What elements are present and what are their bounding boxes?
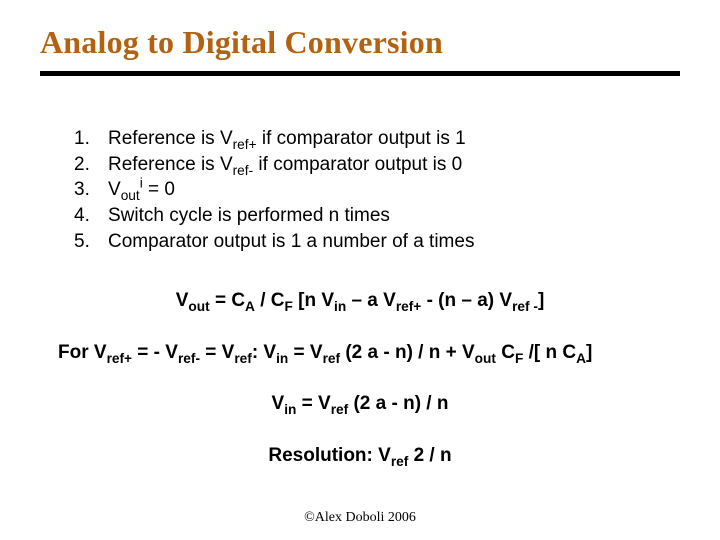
list-number: 4. (74, 203, 108, 229)
text-part: 2 / n (408, 445, 451, 466)
copyright-footer: ©Alex Doboli 2006 (0, 510, 720, 526)
text-part: : V (252, 342, 276, 363)
equation: Resolution: Vref 2 / n (40, 443, 680, 469)
subscript: in (276, 351, 288, 366)
subscript: out (475, 351, 496, 366)
text-part: Resolution: V (268, 445, 390, 466)
text-part: V (176, 290, 189, 311)
subscript: ref+ (107, 351, 132, 366)
equation: Vin = Vref (2 a - n) / n (40, 391, 680, 417)
text-part: (2 a - n) / n (348, 393, 448, 414)
subscript: in (334, 299, 346, 314)
subscript: ref (323, 351, 340, 366)
subscript: out (188, 299, 209, 314)
list-text: Reference is Vref- if comparator output … (108, 152, 462, 178)
text-part: V (108, 179, 121, 200)
text-part: - (n – a) V (421, 290, 512, 311)
text-part: = V (296, 393, 330, 414)
text-part: = C (210, 290, 245, 311)
text-part: if comparator output is 0 (253, 154, 462, 175)
subscript: ref (391, 454, 408, 469)
equation: Vout = CA / CF [n Vin – a Vref+ - (n – a… (40, 288, 680, 314)
list-item: 3. Vouti = 0 (74, 177, 680, 203)
subscript: ref- (178, 351, 200, 366)
subscript: ref (234, 351, 251, 366)
text-part: Reference is V (108, 154, 233, 175)
text-part: V (272, 393, 285, 414)
list-text: Switch cycle is performed n times (108, 203, 390, 229)
text-part: – a V (346, 290, 396, 311)
text-part: Reference is V (108, 128, 233, 149)
list-item: 1. Reference is Vref+ if comparator outp… (74, 126, 680, 152)
numbered-list: 1. Reference is Vref+ if comparator outp… (74, 126, 680, 254)
subscript: A (245, 299, 255, 314)
text-part: = V (288, 342, 322, 363)
subscript: ref - (512, 299, 538, 314)
subscript: ref+ (233, 137, 257, 152)
list-item: 2. Reference is Vref- if comparator outp… (74, 152, 680, 178)
list-text: Reference is Vref+ if comparator output … (108, 126, 466, 152)
subscript: out (121, 188, 140, 203)
list-text: Vouti = 0 (108, 177, 175, 203)
text-part: (2 a - n) / n + V (340, 342, 475, 363)
list-text: Comparator output is 1 a number of a tim… (108, 229, 474, 255)
subscript: ref- (233, 162, 254, 177)
subscript: in (284, 402, 296, 417)
list-number: 2. (74, 152, 108, 178)
page-title: Analog to Digital Conversion (40, 24, 680, 61)
text-part: [n V (293, 290, 334, 311)
list-number: 3. (74, 177, 108, 203)
text-part: / C (255, 290, 285, 311)
text-part: = V (200, 342, 234, 363)
subscript: ref+ (396, 299, 421, 314)
text-part: C (496, 342, 515, 363)
text-part: ] (538, 290, 544, 311)
horizontal-rule (40, 71, 680, 76)
subscript: ref (331, 402, 348, 417)
list-item: 4. Switch cycle is performed n times (74, 203, 680, 229)
text-part: = 0 (143, 179, 175, 200)
text-part: ] (586, 342, 592, 363)
text-part: For V (58, 342, 107, 363)
list-item: 5. Comparator output is 1 a number of a … (74, 229, 680, 255)
equations: Vout = CA / CF [n Vin – a Vref+ - (n – a… (40, 288, 680, 469)
subscript: F (284, 299, 292, 314)
text-part: if comparator output is 1 (257, 128, 466, 149)
list-number: 1. (74, 126, 108, 152)
text-part: /[ n C (523, 342, 576, 363)
text-part: = - V (132, 342, 178, 363)
list-number: 5. (74, 229, 108, 255)
slide: Analog to Digital Conversion 1. Referenc… (0, 0, 720, 540)
equation: For Vref+ = - Vref- = Vref: Vin = Vref (… (40, 340, 680, 366)
subscript: A (576, 351, 586, 366)
